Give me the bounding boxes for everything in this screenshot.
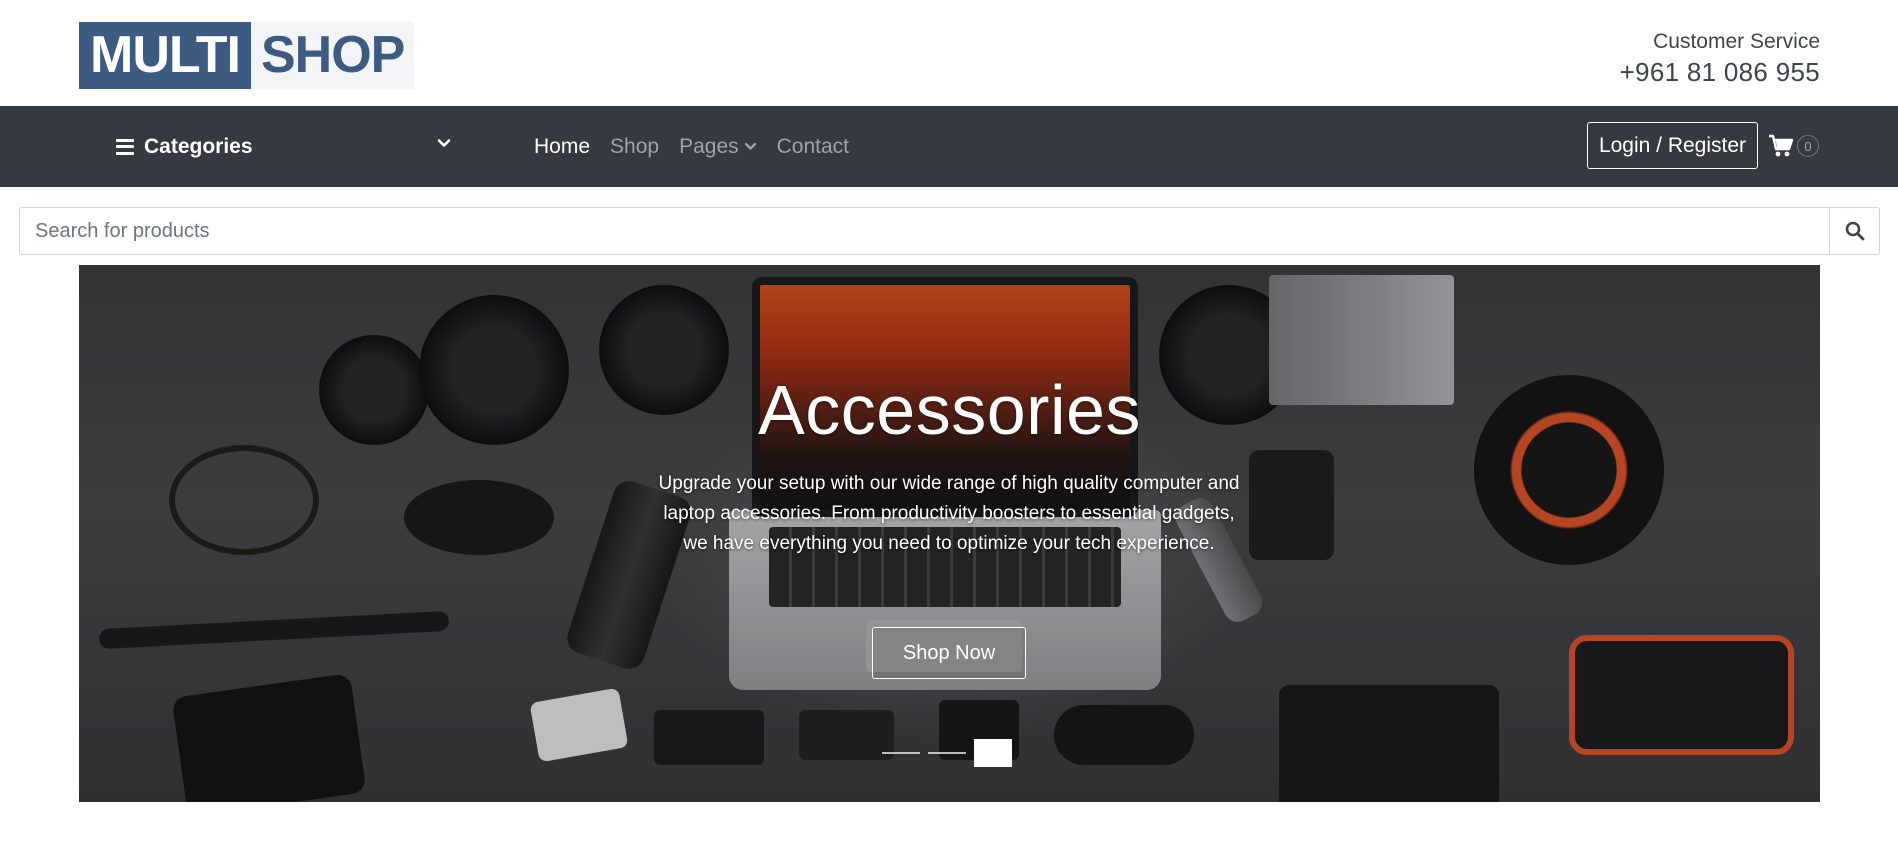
shopping-cart-icon[interactable]: [1768, 134, 1794, 158]
logo-part-2: SHOP: [250, 22, 415, 89]
bars-icon: [116, 138, 134, 155]
cart-count-badge[interactable]: 0: [1797, 135, 1819, 157]
carousel-indicators: [882, 739, 1020, 767]
carousel-indicator-active[interactable]: [974, 739, 1012, 767]
categories-label: Categories: [144, 134, 253, 158]
hero-content: Accessories Upgrade your setup with our …: [79, 265, 1820, 802]
hero-description: Upgrade your setup with our wide range o…: [658, 473, 1240, 554]
nav-link-label: Pages: [679, 134, 739, 158]
nav-link-shop[interactable]: Shop: [610, 135, 659, 159]
carousel-indicator[interactable]: [928, 752, 966, 754]
search-button[interactable]: [1829, 208, 1879, 254]
chevron-down-icon: [437, 139, 451, 147]
search-bar: [19, 207, 1880, 255]
categories-toggle[interactable]: Categories: [116, 106, 451, 187]
shop-now-button[interactable]: Shop Now: [872, 627, 1026, 679]
search-input[interactable]: [20, 208, 1830, 254]
login-register-button[interactable]: Login / Register: [1587, 122, 1758, 169]
carousel-indicator[interactable]: [882, 752, 920, 754]
nav-link-label: Contact: [776, 134, 849, 158]
main-navbar: Categories Home Shop Pages Contact Login…: [0, 106, 1898, 187]
nav-link-home[interactable]: Home: [534, 135, 590, 159]
nav-link-pages[interactable]: Pages: [679, 135, 757, 159]
site-logo[interactable]: MULTI SHOP: [79, 22, 415, 89]
nav-link-label: Home: [534, 134, 591, 158]
search-icon: [1845, 221, 1864, 241]
customer-service: Customer Service +961 81 086 955: [1620, 28, 1820, 88]
customer-service-phone[interactable]: +961 81 086 955: [1620, 56, 1820, 88]
customer-service-label: Customer Service: [1653, 30, 1820, 53]
nav-link-label: Shop: [610, 134, 660, 158]
logo-part-1: MULTI: [79, 22, 251, 89]
chevron-down-icon: [744, 142, 756, 150]
hero-carousel: Accessories Upgrade your setup with our …: [79, 265, 1820, 802]
hero-title: Accessories: [758, 371, 1141, 449]
top-header: MULTI SHOP Customer Service +961 81 086 …: [0, 0, 1898, 106]
nav-links: Home Shop Pages Contact: [534, 106, 869, 187]
nav-link-contact[interactable]: Contact: [777, 135, 849, 159]
